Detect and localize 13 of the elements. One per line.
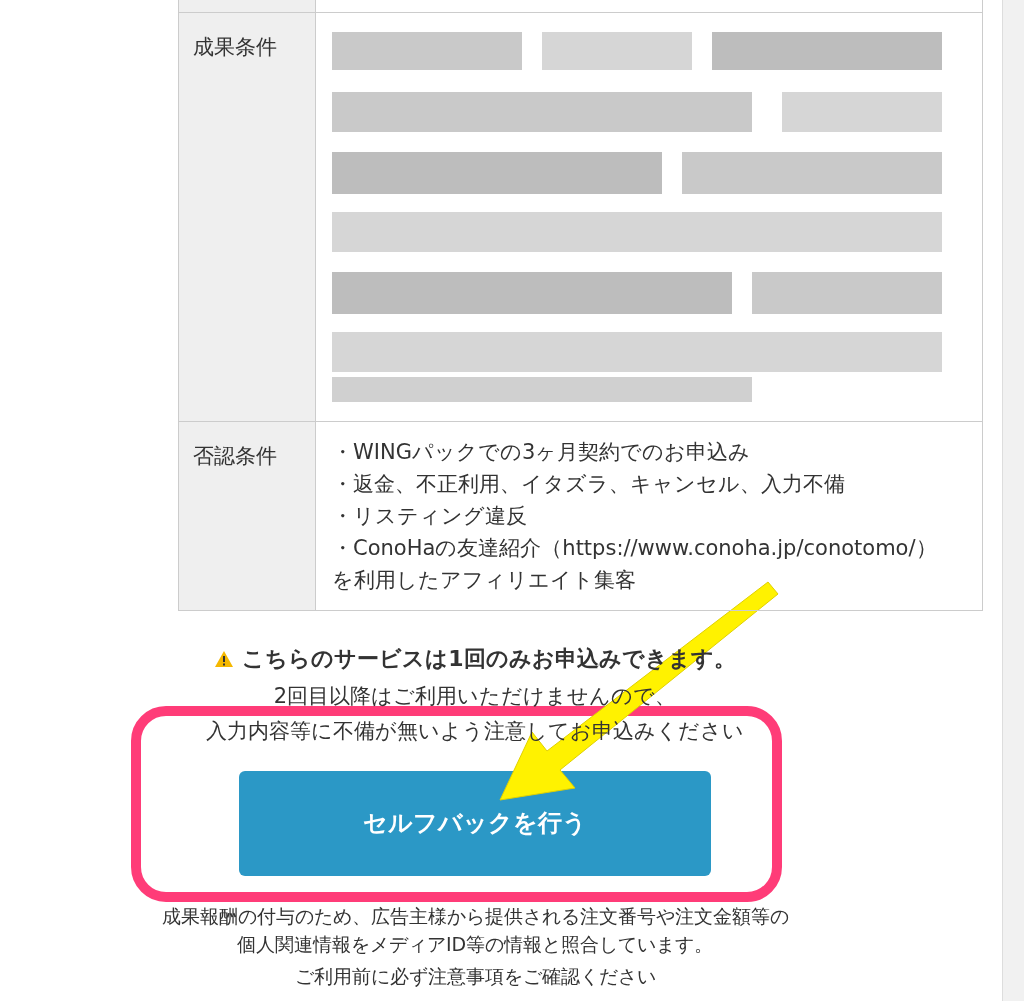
footer-text: ご利用前に必ず注意事項をご確認ください: [293, 963, 657, 989]
condition-item: ・WINGパックでの3ヶ月契約でのお申込み: [332, 439, 752, 466]
condition-item: ・ConoHaの友達紹介（https://www.conoha.jp/conotomo/）を利用したアフィリエイト集客: [332, 535, 938, 594]
selfback-button[interactable]: セルフバックを行う: [239, 770, 711, 876]
footer-text: 個人関連情報をメディアID等の情報と照合しています。: [235, 931, 715, 957]
condition-item: ・リスティング違反: [332, 503, 528, 530]
scrollbar[interactable]: [1002, 0, 1024, 1001]
row-label: 否認条件: [178, 421, 316, 611]
warning-icon: [214, 649, 235, 668]
condition-item: ・返金、不正利用、イタズラ、キャンセル、入力不備: [332, 471, 846, 498]
notice-text: 入力内容等に不備が無いよう注意してお申込みください: [205, 717, 745, 745]
footer-text: 成果報酬の付与のため、広告主様から提供される注文番号や注文金額等の: [160, 903, 790, 929]
row-label: 成果条件: [178, 12, 316, 422]
